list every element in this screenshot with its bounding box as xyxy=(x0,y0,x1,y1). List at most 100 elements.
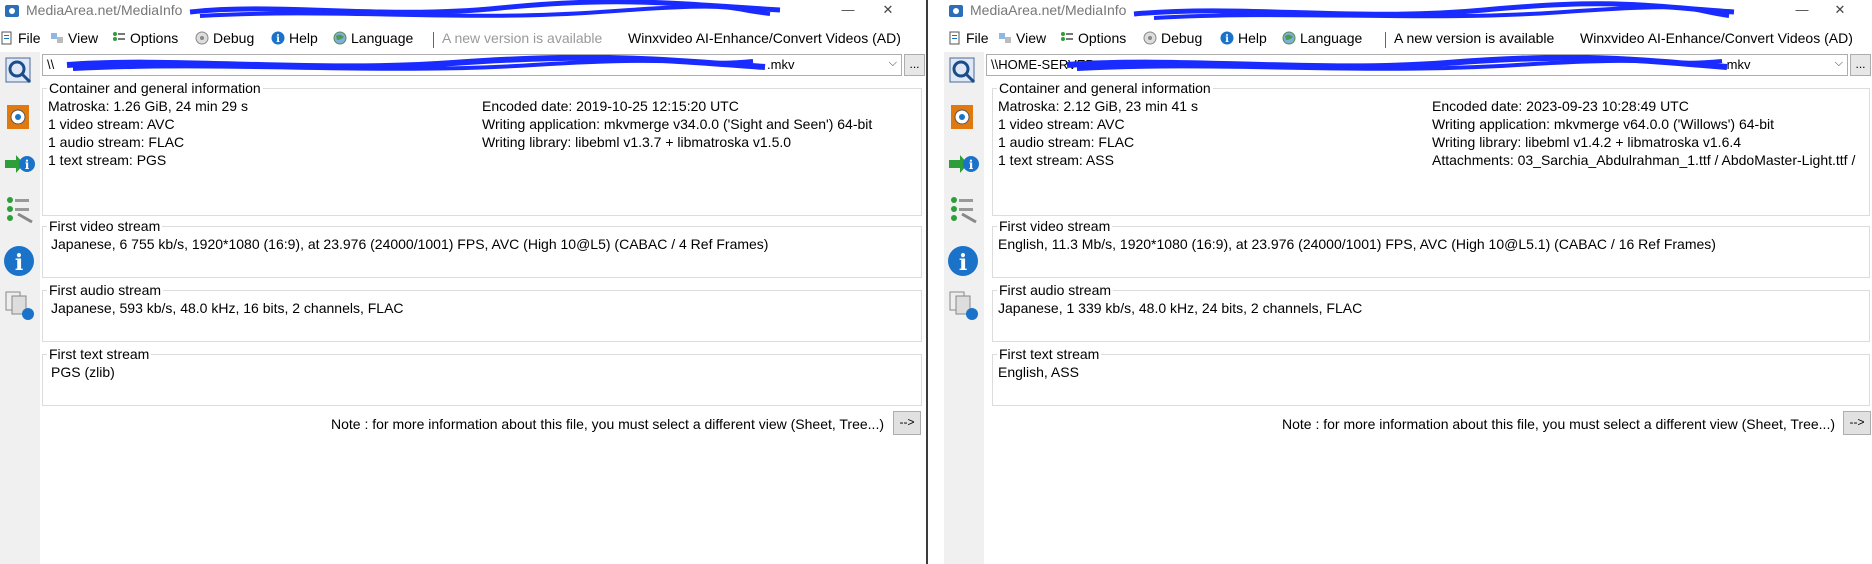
text-stream-info: PGS (zlib) xyxy=(51,364,115,380)
svg-text:i: i xyxy=(1225,34,1229,45)
close-button[interactable]: ✕ xyxy=(878,2,898,18)
menu-help[interactable]: i Help xyxy=(1220,30,1267,46)
file-select-combo[interactable]: \\HOME-SERVER .mkv ⌵ xyxy=(986,54,1848,76)
general-format: Matroska: 1.26 GiB, 24 min 29 s xyxy=(48,98,248,114)
file-icon xyxy=(949,31,960,45)
menu-file[interactable]: File xyxy=(0,30,41,46)
writing-library: Writing library: libebml v1.4.2 + libmat… xyxy=(1432,134,1742,150)
view-sidebar: i i xyxy=(0,52,40,564)
export-icon[interactable] xyxy=(946,288,980,322)
video-stream-group: First video stream Japanese, 6 755 kb/s,… xyxy=(42,218,922,278)
redaction-scribble xyxy=(66,55,766,71)
minimize-button[interactable]: — xyxy=(1792,2,1812,18)
help-info-icon: i xyxy=(1220,31,1234,45)
general-audio-count: 1 audio stream: FLAC xyxy=(998,134,1135,150)
mediainfo-window-left: MediaArea.net/MediaInfo — ✕ File View Op… xyxy=(0,0,926,564)
menu-bar: File View Options Debug i Help Language … xyxy=(0,28,926,52)
help-info-icon: i xyxy=(271,31,285,45)
more-info-note: Note : for more information about this f… xyxy=(331,416,884,432)
general-format: Matroska: 2.12 GiB, 23 min 41 s xyxy=(998,98,1198,114)
menu-view[interactable]: View xyxy=(998,30,1046,46)
writing-library: Writing library: libebml v1.3.7 + libmat… xyxy=(482,134,792,150)
menu-ad-link[interactable]: Winxvideo AI-Enhance/Convert Videos (AD) xyxy=(628,30,901,46)
general-text-count: 1 text stream: ASS xyxy=(998,152,1114,168)
menu-language[interactable]: Language xyxy=(1282,30,1362,46)
encoded-date: Encoded date: 2019-10-25 12:15:20 UTC xyxy=(482,98,739,114)
general-video-count: 1 video stream: AVC xyxy=(48,116,175,132)
svg-text:i: i xyxy=(25,158,30,172)
switch-view-button[interactable]: --> xyxy=(1843,411,1871,435)
menu-bar: File View Options Debug i Help Language … xyxy=(944,28,1872,52)
menu-ad-link[interactable]: Winxvideo AI-Enhance/Convert Videos (AD) xyxy=(1580,30,1853,46)
export-icon[interactable] xyxy=(2,288,36,322)
text-stream-info: English, ASS xyxy=(998,364,1079,380)
title-bar[interactable]: MediaArea.net/MediaInfo — ✕ xyxy=(0,0,926,26)
mediainfo-window-right: MediaArea.net/MediaInfo — ✕ File View Op… xyxy=(944,0,1872,564)
view-easy-icon[interactable] xyxy=(2,54,36,88)
view-tree-icon[interactable]: i xyxy=(946,147,980,181)
view-text-icon[interactable] xyxy=(946,192,980,226)
video-stream-info: English, 11.3 Mb/s, 1920*1080 (16:9), at… xyxy=(998,236,1716,252)
globe-icon xyxy=(333,31,347,45)
options-icon xyxy=(113,32,125,41)
view-tree-icon[interactable]: i xyxy=(2,147,36,181)
view-sheet-icon[interactable] xyxy=(946,100,980,134)
attachments: Attachments: 03_Sarchia_Abdulrahman_1.tt… xyxy=(1432,152,1856,168)
more-info-note: Note : for more information about this f… xyxy=(1282,416,1835,432)
menu-file[interactable]: File xyxy=(948,30,989,46)
minimize-button[interactable]: — xyxy=(838,2,858,18)
video-stream-group: First video stream English, 11.3 Mb/s, 1… xyxy=(992,218,1870,278)
text-stream-group: First text stream English, ASS xyxy=(992,346,1870,406)
screen-divider xyxy=(926,0,944,564)
debug-icon xyxy=(195,31,209,45)
mediainfo-app-icon xyxy=(949,5,963,17)
title-bar[interactable]: MediaArea.net/MediaInfo — ✕ xyxy=(944,0,1872,26)
about-info-icon[interactable]: i xyxy=(2,244,36,278)
menu-debug[interactable]: Debug xyxy=(195,30,254,46)
menu-debug[interactable]: Debug xyxy=(1143,30,1202,46)
view-text-icon[interactable] xyxy=(2,192,36,226)
svg-text:i: i xyxy=(969,158,974,172)
debug-icon xyxy=(1143,31,1157,45)
audio-stream-info: Japanese, 593 kb/s, 48.0 kHz, 16 bits, 2… xyxy=(51,300,404,316)
svg-text:i: i xyxy=(276,34,280,45)
close-button[interactable]: ✕ xyxy=(1830,2,1850,18)
general-info-group: Container and general information Matros… xyxy=(42,80,922,216)
video-stream-info: Japanese, 6 755 kb/s, 1920*1080 (16:9), … xyxy=(51,236,769,252)
about-info-icon[interactable]: i xyxy=(946,244,980,278)
menu-language[interactable]: Language xyxy=(333,30,413,46)
menu-options[interactable]: Options xyxy=(112,30,178,46)
text-stream-group: First text stream PGS (zlib) xyxy=(42,346,922,406)
browse-button[interactable]: ... xyxy=(904,54,925,76)
globe-icon xyxy=(1282,31,1296,45)
chevron-down-icon[interactable]: ⌵ xyxy=(1835,57,1843,70)
redaction-scribble xyxy=(1066,55,1728,71)
mediainfo-app-icon xyxy=(5,5,19,17)
redaction-scribble xyxy=(189,0,781,18)
browse-button[interactable]: ... xyxy=(1850,54,1871,76)
redaction-scribble xyxy=(1133,1,1735,20)
menu-help[interactable]: i Help xyxy=(271,30,318,46)
writing-application: Writing application: mkvmerge v64.0.0 ('… xyxy=(1432,116,1774,132)
chevron-down-icon[interactable]: ⌵ xyxy=(889,57,897,70)
audio-stream-info: Japanese, 1 339 kb/s, 48.0 kHz, 24 bits,… xyxy=(998,300,1363,316)
encoded-date: Encoded date: 2023-09-23 10:28:49 UTC xyxy=(1432,98,1689,114)
menu-new-version[interactable]: A new version is available xyxy=(1394,30,1554,46)
general-text-count: 1 text stream: PGS xyxy=(48,152,167,168)
general-video-count: 1 video stream: AVC xyxy=(998,116,1125,132)
switch-view-button[interactable]: --> xyxy=(893,411,921,435)
view-sidebar: i i xyxy=(944,52,984,564)
view-sheet-icon[interactable] xyxy=(2,100,36,134)
svg-text:i: i xyxy=(15,250,23,276)
menu-separator xyxy=(433,32,434,48)
file-select-combo[interactable]: \\ .mkv ⌵ xyxy=(42,54,902,76)
writing-application: Writing application: mkvmerge v34.0.0 ('… xyxy=(482,116,873,132)
menu-view[interactable]: View xyxy=(50,30,98,46)
general-audio-count: 1 audio stream: FLAC xyxy=(48,134,185,150)
audio-stream-group: First audio stream Japanese, 1 339 kb/s,… xyxy=(992,282,1870,342)
menu-options[interactable]: Options xyxy=(1060,30,1126,46)
menu-new-version[interactable]: A new version is available xyxy=(442,30,602,46)
view-easy-icon[interactable] xyxy=(946,54,980,88)
view-icon xyxy=(51,33,63,43)
audio-stream-group: First audio stream Japanese, 593 kb/s, 4… xyxy=(42,282,922,342)
